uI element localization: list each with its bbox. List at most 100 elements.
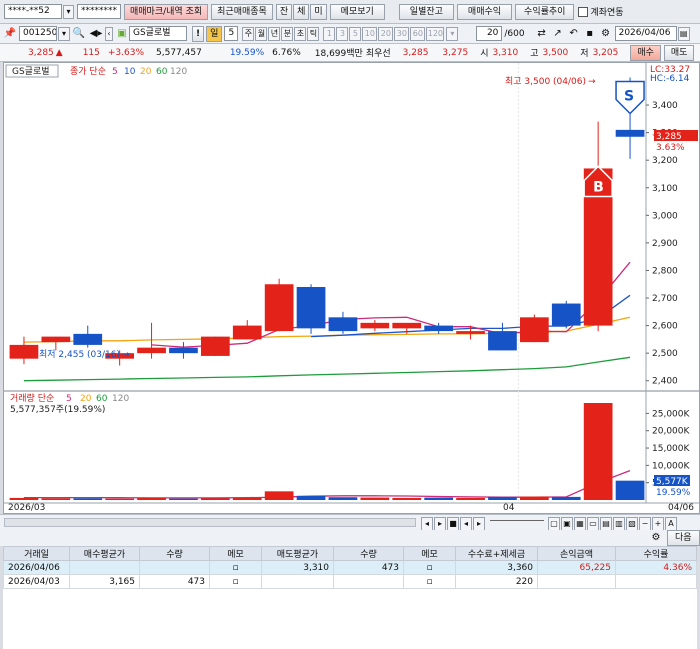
memo-icon[interactable]: ▫ bbox=[209, 574, 262, 589]
zoom-fit-icon[interactable]: ▣ bbox=[561, 517, 573, 531]
y-tick-label: 3,200 bbox=[652, 156, 678, 166]
tab-balance[interactable]: 잔 bbox=[275, 3, 293, 20]
password-field[interactable]: ******** bbox=[77, 4, 121, 19]
code-dropdown-icon[interactable]: ▾ bbox=[58, 26, 70, 41]
count-field[interactable]: 20 bbox=[476, 26, 503, 41]
zoom-out-icon[interactable]: − bbox=[639, 517, 651, 531]
stock-code-field[interactable]: 001250 bbox=[19, 26, 57, 41]
table-row[interactable]: 2026/04/03 3,165 473 ▫ ▫ 220 bbox=[3, 574, 697, 589]
cell-fee: 3,360 bbox=[455, 560, 538, 575]
interval-10[interactable]: 10 bbox=[362, 26, 378, 41]
zoom-in-icon[interactable]: + bbox=[652, 517, 664, 531]
col-buy-avg: 매수평균가 bbox=[69, 546, 140, 561]
interval-120[interactable]: 120 bbox=[426, 26, 445, 41]
calendar-icon[interactable]: ▤ bbox=[677, 26, 690, 41]
daily-balance-button[interactable]: 일별잔고 bbox=[398, 3, 454, 20]
best-price-label: 최우선 bbox=[365, 49, 391, 59]
zoom-region-icon[interactable]: ▦ bbox=[574, 517, 586, 531]
vol-ma5-legend: 5 bbox=[66, 394, 72, 404]
quote-bar: 3,285 ▲ 115 +3.63% 5,577,457 19.59% 6.76… bbox=[0, 44, 700, 62]
volume-bar bbox=[232, 497, 262, 500]
interval-30[interactable]: 30 bbox=[394, 26, 410, 41]
volume-bar bbox=[551, 496, 581, 500]
profit-trend-button[interactable]: 수익률추이 bbox=[515, 3, 575, 20]
search-icon[interactable]: 🔍 bbox=[72, 27, 86, 41]
current-price-tag: 3,285 bbox=[656, 132, 682, 142]
alert-button[interactable]: ! bbox=[192, 25, 205, 42]
arrange-icon[interactable]: ⇄ bbox=[535, 27, 549, 41]
volume-bar bbox=[519, 496, 549, 500]
period-minute[interactable]: 분 bbox=[281, 26, 294, 41]
period-year[interactable]: 년 bbox=[268, 26, 281, 41]
tab-executed[interactable]: 체 bbox=[293, 3, 310, 20]
chart-panel[interactable]: BS 3,4003,3003,2003,1003,0002,9002,8002,… bbox=[3, 62, 700, 514]
prev-stock-icon[interactable]: ‹ bbox=[105, 26, 113, 41]
recent-stock-button[interactable]: 최근매매종목 bbox=[211, 3, 273, 20]
play-right-icon[interactable]: ▸ bbox=[473, 517, 485, 531]
interval-1[interactable]: 1 bbox=[323, 26, 336, 41]
undo-icon[interactable]: ↶ bbox=[567, 27, 581, 41]
price-volume-chart[interactable]: BS 3,4003,3003,2003,1003,0002,9002,8002,… bbox=[4, 63, 699, 513]
memo-view-button[interactable]: 메모보기 bbox=[329, 3, 385, 20]
font-size-icon[interactable]: A bbox=[665, 517, 677, 531]
gear-icon[interactable]: ⚙ bbox=[599, 27, 613, 41]
stop-icon[interactable]: ■ bbox=[447, 517, 459, 531]
stock-name-field[interactable]: GS글로벌 bbox=[129, 26, 187, 41]
memo-icon[interactable]: ▫ bbox=[209, 560, 262, 575]
ma10-legend: 10 bbox=[124, 67, 136, 77]
speaker-icon[interactable]: ◀▸ bbox=[88, 27, 104, 41]
sell-button[interactable]: 매도 bbox=[663, 44, 695, 61]
cell-date: 2026/04/03 bbox=[3, 574, 70, 589]
chart-scroll-bar[interactable]: ◂ ▸ ■ ◂ ▸ ▢ ▣ ▦ ▭ ▤ ▥ ▧ − + A bbox=[0, 514, 700, 531]
link-account-checkbox[interactable] bbox=[578, 6, 589, 17]
col-buy-qty: 수량 bbox=[139, 546, 210, 561]
play-left-icon[interactable]: ◂ bbox=[460, 517, 472, 531]
cursor-icon[interactable]: ↗ bbox=[551, 27, 565, 41]
zoom-box-icon[interactable]: ▢ bbox=[548, 517, 560, 531]
zoom-slider[interactable] bbox=[490, 520, 544, 528]
account-dropdown-icon[interactable]: ▾ bbox=[63, 4, 74, 19]
scroll-left-icon[interactable]: ◂ bbox=[421, 517, 433, 531]
period-tick[interactable]: 틱 bbox=[307, 26, 320, 41]
scroll-right-icon[interactable]: ▸ bbox=[434, 517, 446, 531]
view-three-icon[interactable]: ▥ bbox=[613, 517, 625, 531]
interval-60[interactable]: 60 bbox=[410, 26, 426, 41]
panel-settings-icon[interactable]: ⚙ bbox=[649, 531, 663, 545]
trade-profit-button[interactable]: 매매수익 bbox=[456, 3, 513, 20]
view-one-icon[interactable]: ▭ bbox=[587, 517, 599, 531]
y-tick-label: 2,700 bbox=[652, 294, 678, 304]
view-four-icon[interactable]: ▧ bbox=[626, 517, 638, 531]
candle-up bbox=[264, 284, 294, 332]
volume-bar bbox=[9, 497, 39, 500]
interval-dropdown-icon[interactable]: ▾ bbox=[446, 26, 459, 41]
candle-down bbox=[328, 317, 358, 332]
period-week[interactable]: 주 bbox=[242, 26, 255, 41]
memo-icon[interactable]: ▫ bbox=[403, 574, 456, 589]
ma120-legend: 120 bbox=[170, 67, 187, 77]
account-number-field[interactable]: ****-**52 bbox=[4, 4, 62, 19]
view-two-icon[interactable]: ▤ bbox=[600, 517, 612, 531]
table-row[interactable]: 2026/04/06 ▫ 3,310 473 ▫ 3,360 65,225 4.… bbox=[3, 560, 697, 575]
period-second[interactable]: 초 bbox=[294, 26, 307, 41]
memo-icon[interactable]: ▫ bbox=[403, 560, 456, 575]
candle-up bbox=[392, 322, 422, 329]
x-label-left: 2026/03 bbox=[8, 503, 45, 513]
save-icon[interactable]: ▪ bbox=[583, 27, 597, 41]
interval-5[interactable]: 5 bbox=[349, 26, 362, 41]
date-field[interactable]: 2026/04/06 bbox=[614, 26, 677, 41]
next-button[interactable]: 다음 bbox=[667, 530, 700, 546]
tab-unfilled[interactable]: 미 bbox=[310, 3, 327, 20]
pin-icon[interactable]: 📌 bbox=[3, 27, 17, 41]
interval-3[interactable]: 3 bbox=[336, 26, 349, 41]
volume-bar bbox=[392, 497, 422, 500]
interval-20[interactable]: 20 bbox=[378, 26, 394, 41]
period-day-button[interactable]: 일 bbox=[206, 25, 223, 42]
trade-mark-button[interactable]: 매매마크/내역 조회 bbox=[124, 3, 209, 20]
period-month[interactable]: 월 bbox=[255, 26, 268, 41]
buy-button[interactable]: 매수 bbox=[630, 44, 661, 61]
period-value-field[interactable]: 5 bbox=[224, 26, 239, 41]
scroll-track[interactable] bbox=[4, 518, 416, 527]
volume-bar bbox=[169, 498, 198, 500]
y-tick-label: 2,400 bbox=[652, 377, 678, 387]
volume-legend-label: 거래량 단순 bbox=[10, 392, 54, 404]
